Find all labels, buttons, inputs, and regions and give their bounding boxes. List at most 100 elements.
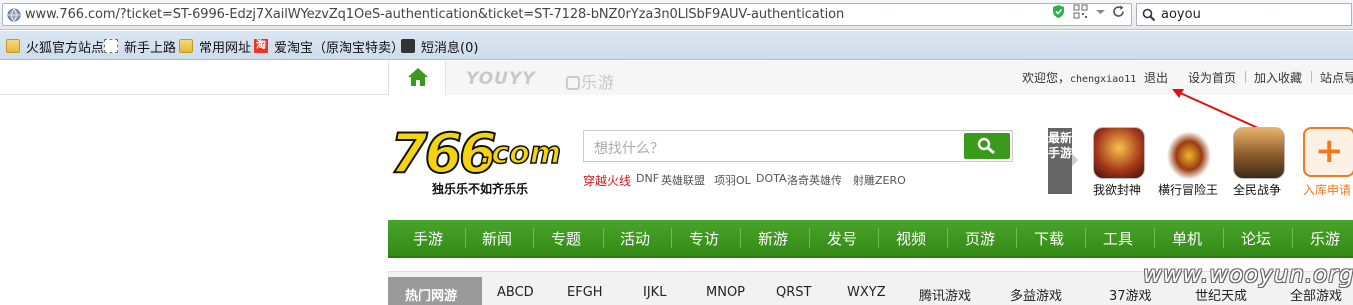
nav-divider: [1292, 228, 1293, 248]
annotation-arrow: [1172, 89, 1259, 129]
taobao-icon: 淘: [254, 39, 268, 53]
bookmarks-bar: 火狐官方站点 新手上路 常用网址 淘 爱淘宝（原淘宝特卖） 短消息(0): [0, 31, 1353, 60]
game-name[interactable]: 我欲封神: [1093, 181, 1141, 198]
bookmark-firefox-official[interactable]: 火狐官方站点: [6, 37, 104, 56]
nav-divider: [1085, 228, 1086, 248]
hot-search-link[interactable]: 洛奇英雄传: [787, 172, 842, 188]
nav-item-single-player[interactable]: 单机: [1172, 228, 1202, 249]
nav-divider: [740, 228, 741, 248]
category-tab[interactable]: MNOP: [706, 285, 745, 300]
page-icon: [104, 39, 118, 53]
dropdown-arrow-icon[interactable]: [1093, 4, 1108, 19]
game-name[interactable]: 全民战争: [1233, 181, 1281, 198]
browser-search-value[interactable]: aoyou: [1161, 7, 1201, 22]
nav-divider: [603, 228, 604, 248]
brand-leyou-label: 乐游: [581, 73, 616, 92]
reload-icon[interactable]: [1111, 4, 1126, 19]
folder-icon: [6, 39, 20, 53]
shield-icon[interactable]: [1051, 4, 1066, 19]
plus-icon: +: [1315, 131, 1344, 171]
hot-search-link[interactable]: 项羽OL: [714, 172, 751, 188]
nav-item-events[interactable]: 活动: [620, 228, 650, 249]
nav-divider: [878, 228, 879, 248]
site-nav-link[interactable]: 站点导: [1320, 69, 1353, 86]
game-icon-quanminzhanzheng[interactable]: [1233, 127, 1285, 179]
category-tab[interactable]: QRST: [776, 285, 811, 300]
nav-divider: [671, 228, 672, 248]
nav-item-leyou[interactable]: 乐游: [1310, 228, 1340, 249]
category-tab[interactable]: ABCD: [497, 285, 534, 300]
category-tab[interactable]: WXYZ: [847, 285, 886, 300]
bookmark-ai-taobao[interactable]: 淘 爱淘宝（原淘宝特卖）: [254, 37, 405, 56]
hot-search-link[interactable]: DNF: [636, 172, 659, 185]
bookmark-getting-started[interactable]: 新手上路: [104, 37, 177, 56]
set-homepage-link[interactable]: 设为首页: [1188, 69, 1236, 86]
hot-search-link[interactable]: 穿越火线: [583, 172, 631, 189]
site-search-button[interactable]: [964, 133, 1010, 159]
nav-item-new-games[interactable]: 新游: [758, 228, 788, 249]
logout-link[interactable]: 退出: [1144, 69, 1168, 86]
home-tab[interactable]: [388, 61, 446, 96]
nav-item-gift-codes[interactable]: 发号: [827, 228, 857, 249]
leyou-logo-icon: [566, 76, 580, 90]
arrow-right-icon: [1072, 154, 1078, 166]
nav-item-interviews[interactable]: 专访: [689, 228, 719, 249]
game-icon-woyufengshen[interactable]: [1093, 127, 1145, 179]
bookmark-label: 爱淘宝（原淘宝特卖）: [274, 40, 405, 56]
qr-code-icon[interactable]: [1073, 4, 1088, 19]
bookmark-short-messages[interactable]: 短消息(0): [401, 37, 479, 56]
wooyun-watermark: www.wooyun.org: [1143, 262, 1353, 288]
hot-search-link[interactable]: 射雕ZERO: [853, 172, 906, 188]
game-name[interactable]: 横行冒险王: [1158, 181, 1218, 198]
nav-divider: [947, 228, 948, 248]
hot-search-link[interactable]: DOTA: [756, 172, 787, 185]
divider: [1245, 71, 1246, 83]
nav-divider: [533, 228, 534, 248]
site-search-input[interactable]: 想找什么？: [583, 130, 1013, 162]
browser-search-input[interactable]: aoyou: [1136, 3, 1352, 26]
nav-item-web-games[interactable]: 页游: [965, 228, 995, 249]
bookmark-label: 短消息(0): [421, 40, 479, 56]
category-tab[interactable]: 多益游戏: [1010, 285, 1062, 304]
home-icon: [408, 68, 428, 86]
category-tab-hot[interactable]: 热门网游: [405, 285, 457, 304]
nav-item-downloads[interactable]: 下载: [1034, 228, 1064, 249]
logo-766: 766: [389, 121, 498, 186]
site-logo[interactable]: 766 .com 独乐乐不如齐乐乐: [388, 121, 578, 196]
brand-leyou[interactable]: 乐游: [566, 69, 615, 93]
game-icon-hengxingmaoxianwang[interactable]: [1163, 127, 1215, 179]
search-placeholder: 想找什么？: [594, 141, 664, 157]
hot-search-link[interactable]: 英雄联盟: [661, 172, 705, 188]
nav-divider: [465, 228, 466, 248]
welcome-text: 欢迎您，chengxiao11: [1022, 71, 1137, 85]
folder-icon: [179, 39, 193, 53]
nav-item-mobile-games[interactable]: 手游: [413, 228, 443, 249]
nav-item-forum[interactable]: 论坛: [1241, 228, 1271, 249]
category-tab[interactable]: 腾讯游戏: [919, 285, 971, 304]
brand-youyy[interactable]: YOUYY: [466, 69, 536, 89]
url-text[interactable]: www.766.com/?ticket=ST-6996-Edzj7XailWYe…: [25, 7, 844, 22]
add-game-button[interactable]: +: [1303, 127, 1353, 177]
nav-item-videos[interactable]: 视频: [896, 228, 926, 249]
nav-item-news[interactable]: 新闻: [482, 228, 512, 249]
new-games-label: 最新手游: [1048, 128, 1072, 194]
divider: [1311, 71, 1312, 83]
search-icon: [977, 137, 995, 155]
category-tab[interactable]: EFGH: [567, 285, 603, 300]
address-bar[interactable]: www.766.com/?ticket=ST-6996-Edzj7XailWYe…: [2, 3, 1132, 26]
nav-item-topics[interactable]: 专题: [551, 228, 581, 249]
bookmark-common-sites[interactable]: 常用网址: [179, 37, 252, 56]
bookmark-label: 常用网址: [199, 40, 252, 56]
nav-divider: [1154, 228, 1155, 248]
nav-item-tools[interactable]: 工具: [1103, 228, 1133, 249]
bookmark-label: 新手上路: [124, 40, 177, 56]
browser-toolbar: www.766.com/?ticket=ST-6996-Edzj7XailWYe…: [0, 0, 1353, 30]
category-tab[interactable]: IJKL: [643, 285, 666, 300]
logo-slogan: 独乐乐不如齐乐乐: [432, 182, 529, 196]
nav-divider: [1016, 228, 1017, 248]
add-game-label[interactable]: 入库申请: [1303, 181, 1351, 198]
globe-icon: [7, 8, 21, 22]
search-icon: [1142, 8, 1156, 22]
nav-divider: [809, 228, 810, 248]
add-favorite-link[interactable]: 加入收藏: [1254, 69, 1302, 86]
